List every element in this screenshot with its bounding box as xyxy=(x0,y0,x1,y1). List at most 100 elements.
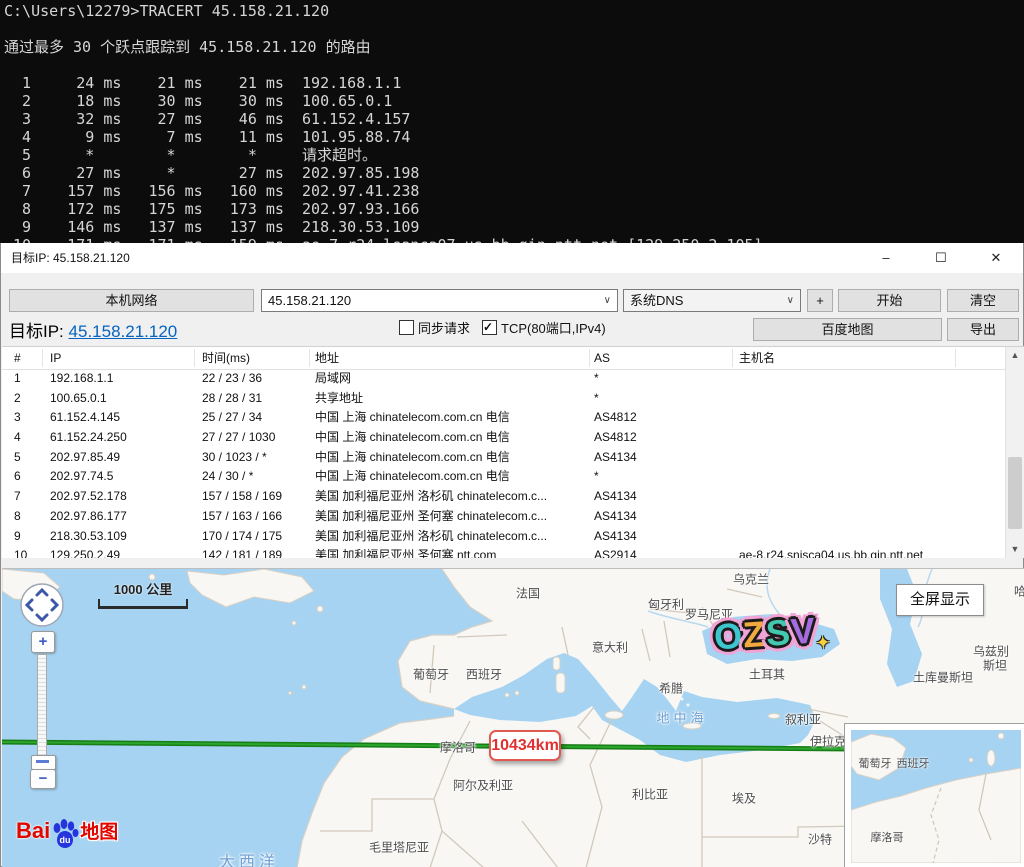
column-header[interactable]: # xyxy=(14,347,21,369)
table-cell: 8 xyxy=(14,507,21,527)
fullscreen-button[interactable]: 全屏显示 xyxy=(896,584,984,616)
table-cell: 22 / 23 / 36 xyxy=(202,369,262,389)
inset-map-label: 西班牙 xyxy=(897,755,930,771)
column-header[interactable]: IP xyxy=(50,347,61,369)
tcp-label: TCP(80端口,IPv4) xyxy=(501,321,606,336)
table-cell: 共享地址 xyxy=(315,389,363,409)
scale-bar xyxy=(98,599,188,609)
table-row[interactable]: 461.152.24.25027 / 27 / 1030中国 上海 chinat… xyxy=(2,428,1024,448)
baidu-paw-icon: du xyxy=(50,818,80,850)
scroll-down-icon[interactable]: ▼ xyxy=(1006,541,1024,558)
table-cell: 局域网 xyxy=(315,369,351,389)
map-label: 利比亚 xyxy=(632,786,668,803)
table-row[interactable]: 9218.30.53.109170 / 174 / 175美国 加利福尼亚州 洛… xyxy=(2,527,1024,547)
local-network-button[interactable]: 本机网络 xyxy=(9,289,254,312)
distance-label: 10434km xyxy=(489,730,561,761)
table-cell: 美国 加利福尼亚州 洛杉矶 chinatelecom.c... xyxy=(315,527,547,547)
column-header[interactable]: 主机名 xyxy=(739,347,775,369)
table-cell: AS4134 xyxy=(594,487,637,507)
map-label: 土库曼斯坦 xyxy=(913,669,973,686)
zoom-slider-thumb[interactable] xyxy=(31,755,56,770)
export-button[interactable]: 导出 xyxy=(947,318,1019,341)
titlebar: 目标IP: 45.158.21.120 – ☐ ✕ xyxy=(1,243,1023,273)
screen: C:\Users\12279>TRACERT 45.158.21.120 通过最… xyxy=(0,0,1024,867)
table-cell: 202.97.86.177 xyxy=(50,507,127,527)
inset-map-canvas: 葡萄牙西班牙摩洛哥阿尔及利亚 xyxy=(851,730,1021,863)
table-cell: 美国 加利福尼亚州 圣何塞 ntt.com xyxy=(315,546,496,558)
table-cell: 192.168.1.1 xyxy=(50,369,113,389)
table-cell: AS4812 xyxy=(594,428,637,448)
zoom-slider-track[interactable] xyxy=(37,654,47,757)
table-cell: 美国 加利福尼亚州 圣何塞 chinatelecom.c... xyxy=(315,507,547,527)
column-header[interactable]: 地址 xyxy=(315,347,339,369)
sync-request-checkbox[interactable]: 同步请求 xyxy=(399,320,470,337)
overview-inset-map[interactable]: 葡萄牙西班牙摩洛哥阿尔及利亚 xyxy=(844,723,1024,867)
map-label: 意大利 xyxy=(592,639,628,656)
table-cell: 30 / 1023 / * xyxy=(202,448,267,468)
table-cell: AS4134 xyxy=(594,448,637,468)
map-label: 乌克兰 xyxy=(733,571,769,588)
tcp-checkbox[interactable]: TCP(80端口,IPv4) xyxy=(482,320,606,337)
table-row[interactable]: 5202.97.85.4930 / 1023 / *中国 上海 chinatel… xyxy=(2,448,1024,468)
start-button[interactable]: 开始 xyxy=(838,289,941,312)
table-cell: * xyxy=(594,369,599,389)
scale-label: 1000 公里 xyxy=(98,579,188,598)
minimize-button[interactable]: – xyxy=(863,243,909,273)
map-pan-control[interactable] xyxy=(19,582,65,628)
target-ip-caption: 目标IP: 45.158.21.120 xyxy=(9,317,177,342)
table-scrollbar[interactable]: ▲ ▼ xyxy=(1005,347,1024,558)
scroll-up-icon[interactable]: ▲ xyxy=(1006,347,1024,364)
zoom-out-button[interactable]: − xyxy=(30,769,56,789)
column-header[interactable]: 时间(ms) xyxy=(202,347,250,369)
table-cell: 157 / 163 / 166 xyxy=(202,507,282,527)
sparkle-icon: ✦ xyxy=(816,632,832,653)
terminal-output: C:\Users\12279>TRACERT 45.158.21.120 通过最… xyxy=(0,0,1024,243)
table-cell: 24 / 30 / * xyxy=(202,467,253,487)
table-cell: 中国 上海 chinatelecom.com.cn 电信 xyxy=(315,448,510,468)
map-label: 匈牙利 xyxy=(648,596,684,613)
table-cell: 25 / 27 / 34 xyxy=(202,408,262,428)
table-row[interactable]: 7202.97.52.178157 / 158 / 169美国 加利福尼亚州 洛… xyxy=(2,487,1024,507)
zoom-in-button[interactable]: + xyxy=(31,631,55,653)
column-separator xyxy=(589,349,590,367)
map-label: 摩洛哥 xyxy=(440,739,476,756)
inset-map-label: 阿尔及利亚 xyxy=(936,861,991,863)
baidu-map[interactable]: 乌克兰哈萨克斯坦法国匈牙利罗马尼亚意大利乌兹别斯坦葡萄牙西班牙土耳其土库曼斯坦希… xyxy=(2,568,1024,867)
table-cell: 27 / 27 / 1030 xyxy=(202,428,275,448)
column-header[interactable]: AS xyxy=(594,347,610,369)
add-button[interactable]: + xyxy=(807,289,833,312)
clear-button[interactable]: 清空 xyxy=(947,289,1019,312)
table-cell: 7 xyxy=(14,487,21,507)
table-row[interactable]: 1 192.168.1.1 22 / 23 / 36 局域网 * xyxy=(2,369,1024,389)
table-cell: 1 xyxy=(14,369,21,389)
target-ip-combobox[interactable]: 45.158.21.120 ∨ xyxy=(261,289,618,312)
table-cell: 10 xyxy=(14,546,27,558)
close-button[interactable]: ✕ xyxy=(973,243,1019,273)
map-label: 法国 xyxy=(516,585,540,602)
dns-combobox[interactable]: 系统DNS ∨ xyxy=(623,289,801,312)
table-cell: 202.97.85.49 xyxy=(50,448,120,468)
chevron-down-icon[interactable]: ∨ xyxy=(787,290,794,311)
table-row[interactable]: 8 202.97.86.177 157 / 163 / 166 美国 加利福尼亚州 圣… xyxy=(2,507,1024,527)
table-row[interactable]: 10129.250.2.49142 / 181 / 189美国 加利福尼亚州 圣… xyxy=(2,546,1024,558)
scrollbar-thumb[interactable] xyxy=(1008,457,1022,529)
table-cell: 142 / 181 / 189 xyxy=(202,546,282,558)
app-window: 目标IP: 45.158.21.120 – ☐ ✕ 本机网络 45.158.21… xyxy=(0,243,1024,867)
sticker-letters: OZSV xyxy=(713,609,818,657)
map-label: 西班牙 xyxy=(466,666,502,683)
map-label: 希腊 xyxy=(659,680,683,697)
table-row[interactable]: 361.152.4.14525 / 27 / 34中国 上海 chinatele… xyxy=(2,408,1024,428)
baidu-map-word: 地图 xyxy=(80,822,118,843)
target-ip-value: 45.158.21.120 xyxy=(268,293,351,308)
table-row[interactable]: 2100.65.0.128 / 28 / 31共享地址* xyxy=(2,389,1024,409)
table-cell: 中国 上海 chinatelecom.com.cn 电信 xyxy=(315,467,510,487)
baidu-map-button[interactable]: 百度地图 xyxy=(753,318,942,341)
maximize-button[interactable]: ☐ xyxy=(918,243,964,273)
table-cell: * xyxy=(594,467,599,487)
chevron-down-icon[interactable]: ∨ xyxy=(604,290,611,311)
table-cell: AS2914 xyxy=(594,546,637,558)
checkbox-checked-icon[interactable] xyxy=(482,320,497,335)
target-ip-link[interactable]: 45.158.21.120 xyxy=(69,322,178,341)
table-row[interactable]: 6202.97.74.524 / 30 / *中国 上海 chinateleco… xyxy=(2,467,1024,487)
checkbox-icon[interactable] xyxy=(399,320,414,335)
